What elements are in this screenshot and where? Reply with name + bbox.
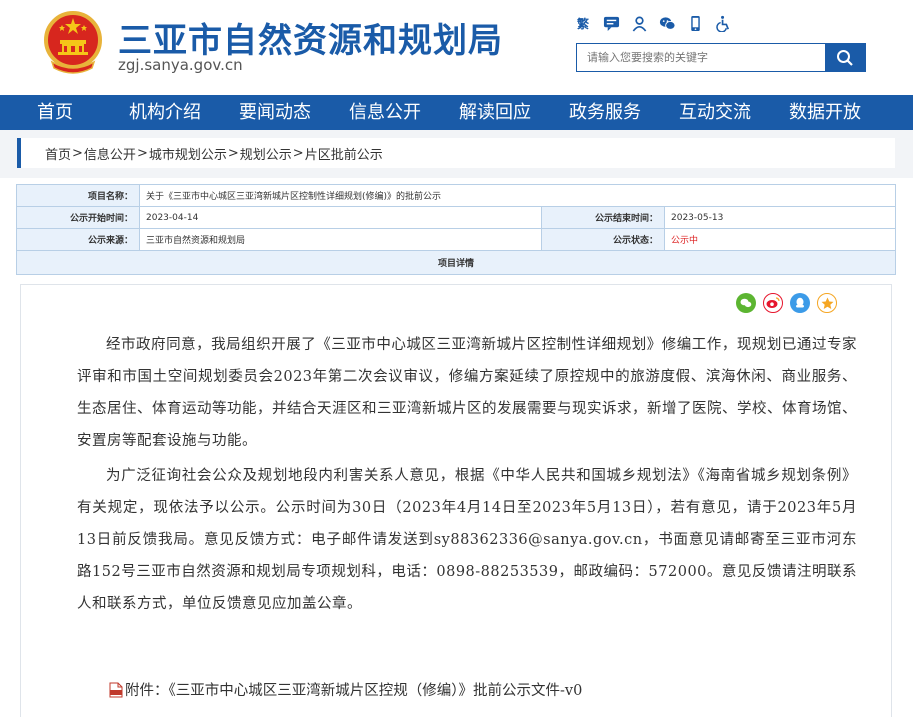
main-nav: 首页 机构介绍 要闻动态 信息公开 解读回应 政务服务 互动交流 数据开放 [0,95,913,130]
article-content: 经市政府同意，我局组织开展了《三亚市中心城区三亚湾新城片区控制性详细规划》修编工… [20,284,892,717]
status-badge: 公示中 [664,228,896,251]
end-date: 2023-05-13 [664,206,896,229]
breadcrumb: 首页 > 信息公开 > 城市规划公示 > 规划公示 > 片区批前公示 [17,138,895,168]
source-label: 公示来源： [16,228,140,251]
chat-bubble-icon[interactable] [602,14,620,32]
article-body: 经市政府同意，我局组织开展了《三亚市中心城区三亚湾新城片区控制性详细规划》修编工… [77,329,857,623]
user-icon[interactable] [630,14,648,32]
search-input[interactable] [577,44,827,71]
nav-item-news[interactable]: 要闻动态 [220,95,330,130]
nav-item-info-disclosure[interactable]: 信息公开 [330,95,440,130]
header-tools: 繁 [574,12,732,34]
mobile-icon[interactable] [686,14,704,32]
project-name-label: 项目名称： [16,184,140,207]
project-info-table: 项目名称： 关于《三亚市中心城区三亚湾新城片区控制性详细规划(修编)》的批前公示… [16,184,896,275]
share-wechat-icon[interactable] [736,293,756,313]
source: 三亚市自然资源和规划局 [139,228,542,251]
nav-item-interpretation[interactable]: 解读回应 [440,95,550,130]
share-favorite-icon[interactable] [817,293,837,313]
end-date-label: 公示结束时间： [541,206,665,229]
breadcrumb-info-disclosure[interactable]: 信息公开 [84,144,136,163]
breadcrumb-city-planning[interactable]: 城市规划公示 [149,144,227,163]
breadcrumb-current[interactable]: 片区批前公示 [305,144,383,163]
breadcrumb-planning-notice[interactable]: 规划公示 [240,144,292,163]
nav-item-interaction[interactable]: 互动交流 [660,95,770,130]
share-bar [736,293,837,313]
accessibility-icon[interactable] [714,14,732,32]
search-icon [837,49,853,66]
share-weibo-icon[interactable] [763,293,783,313]
national-emblem-icon [44,11,102,74]
wechat-icon[interactable] [658,14,676,32]
start-date-label: 公示开始时间： [16,206,140,229]
status-label: 公示状态： [541,228,665,251]
search-box [576,43,866,72]
search-button[interactable] [825,44,865,71]
nav-item-home[interactable]: 首页 [20,95,90,130]
pdf-file-icon [109,682,123,697]
article-paragraph: 经市政府同意，我局组织开展了《三亚市中心城区三亚湾新城片区控制性详细规划》修编工… [77,337,857,449]
attachment-label[interactable]: 附件：《三亚市中心城区三亚湾新城片区控规（修编）》批前公示文件-v0 [125,679,582,700]
traditional-chinese-icon[interactable]: 繁 [574,14,592,32]
project-name: 关于《三亚市中心城区三亚湾新城片区控制性详细规划(修编)》的批前公示 [139,184,896,207]
site-header: 三亚市自然资源和规划局 zgj.sanya.gov.cn 繁 [0,0,913,95]
nav-item-open-data[interactable]: 数据开放 [770,95,880,130]
breadcrumb-home[interactable]: 首页 [45,144,71,163]
share-qq-icon[interactable] [790,293,810,313]
attachment-link[interactable]: 附件：《三亚市中心城区三亚湾新城片区控规（修编）》批前公示文件-v0 [109,679,582,700]
detail-header: 项目详情 [16,250,896,275]
start-date: 2023-04-14 [139,206,542,229]
breadcrumb-band: 首页 > 信息公开 > 城市规划公示 > 规划公示 > 片区批前公示 [0,130,913,178]
nav-item-organization[interactable]: 机构介绍 [110,95,220,130]
site-title: 三亚市自然资源和规划局 [118,22,503,60]
nav-item-services[interactable]: 政务服务 [550,95,660,130]
article-paragraph: 为广泛征询社会公众及规划地段内利害关系人意见，根据《中华人民共和国城乡规划法》《… [77,468,857,612]
site-domain: zgj.sanya.gov.cn [118,56,243,74]
